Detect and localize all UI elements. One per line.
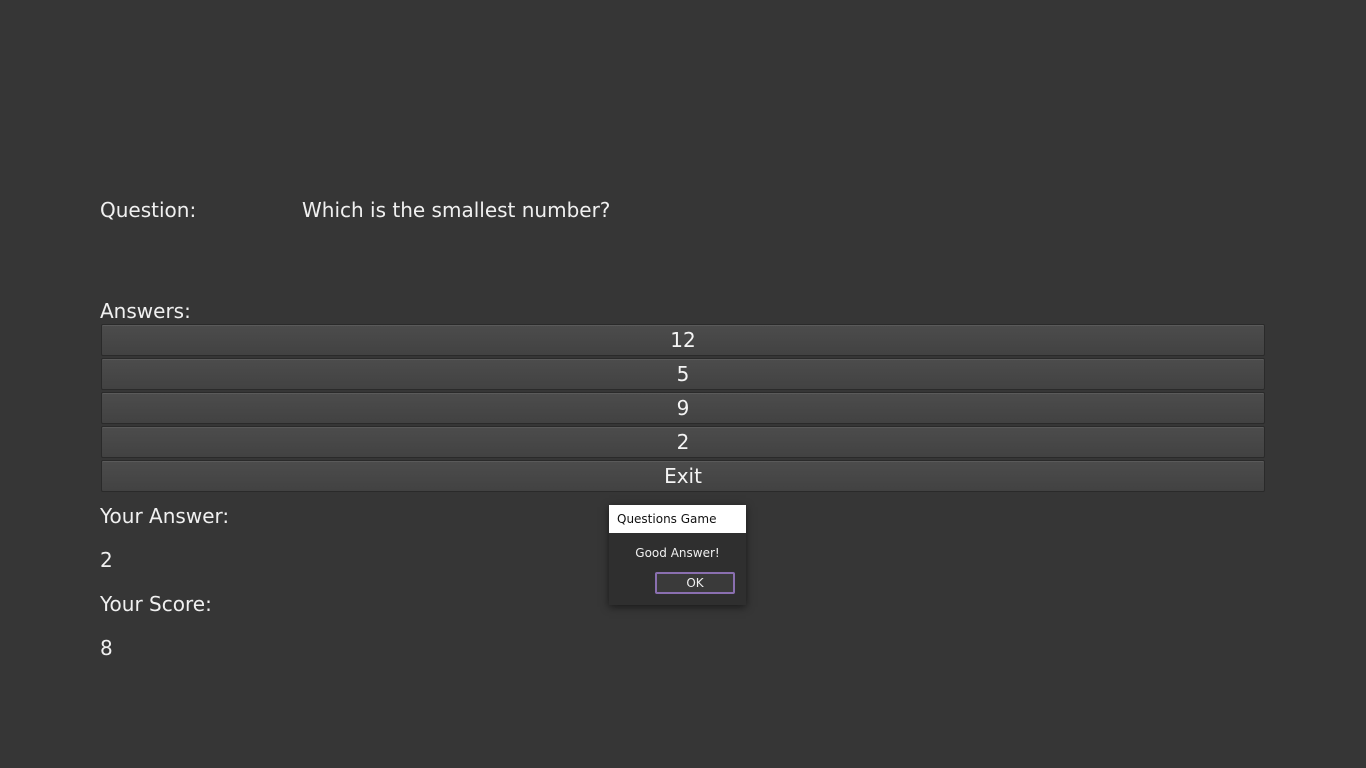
answer-button-3[interactable]: 9	[101, 392, 1265, 424]
answer-button-2[interactable]: 5	[101, 358, 1265, 390]
your-answer-value: 2	[100, 548, 113, 572]
answer-button-1[interactable]: 12	[101, 324, 1265, 356]
ok-button[interactable]: OK	[655, 572, 735, 594]
message-dialog: Questions Game Good Answer! OK	[609, 505, 746, 605]
questions-game-window: Question: Which is the smallest number? …	[0, 0, 1366, 768]
dialog-title[interactable]: Questions Game	[609, 505, 746, 533]
question-text: Which is the smallest number?	[302, 198, 611, 222]
answer-button-4[interactable]: 2	[101, 426, 1265, 458]
exit-button[interactable]: Exit	[101, 460, 1265, 492]
your-answer-label: Your Answer:	[100, 504, 230, 528]
question-label: Question:	[100, 198, 197, 222]
answer-list: 12 5 9 2 Exit	[101, 324, 1265, 494]
answers-label: Answers:	[100, 299, 191, 323]
dialog-message: Good Answer!	[635, 546, 720, 560]
your-score-label: Your Score:	[100, 592, 212, 616]
your-score-value: 8	[100, 636, 113, 660]
